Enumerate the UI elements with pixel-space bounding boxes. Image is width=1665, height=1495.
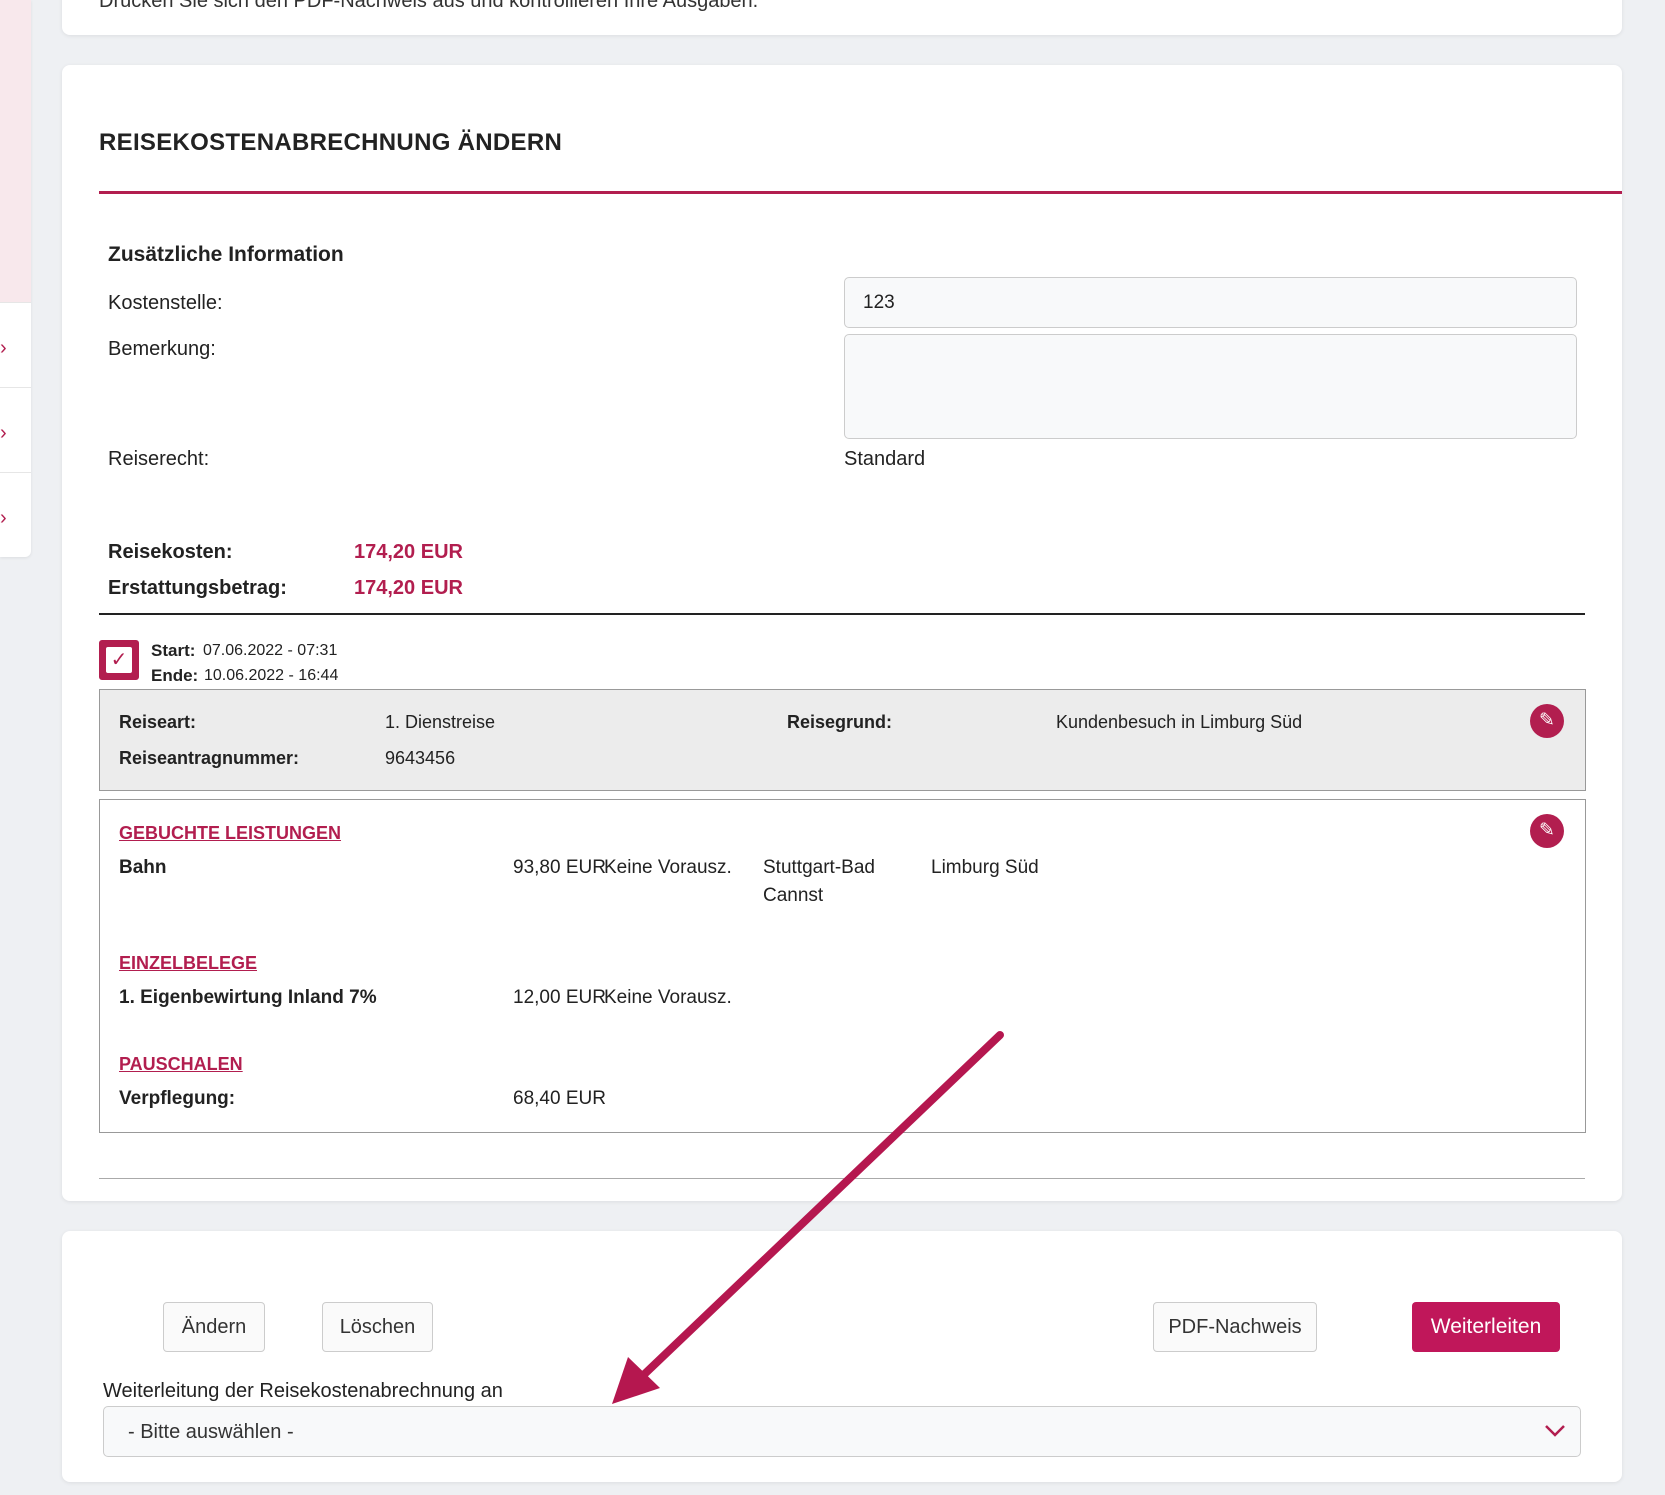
bottom-divider — [99, 1178, 1585, 1179]
reiseart-label: Reiseart: — [119, 712, 197, 732]
bahn-from-line-2: Cannst — [763, 885, 824, 906]
sidebar: › › › — [0, 0, 31, 557]
sidebar-item-3[interactable]: › — [0, 472, 31, 557]
trip-checkbox[interactable]: ✓ — [99, 640, 139, 680]
erstattung-label: Erstattungsbetrag: — [108, 577, 287, 599]
pauschalen-heading[interactable]: PAUSCHALEN — [119, 1054, 243, 1075]
chevron-right-icon: › — [0, 337, 7, 359]
sidebar-item-2[interactable]: › — [0, 387, 31, 472]
sidebar-item-1[interactable]: › — [0, 302, 31, 387]
einzelbelege-heading[interactable]: EINZELBELEGE — [119, 953, 257, 974]
verpflegung-label: Verpflegung: — [119, 1088, 236, 1109]
bahn-to: Limburg Süd — [931, 857, 1039, 878]
reiseart-value: 1. Dienstreise — [385, 712, 496, 732]
reisegrund-label: Reisegrund: — [787, 712, 893, 732]
loeschen-button[interactable]: Löschen — [322, 1302, 433, 1352]
forward-select[interactable]: - Bitte auswählen - — [103, 1406, 1581, 1457]
end-label: Ende: — [151, 666, 199, 685]
chevron-down-icon — [1542, 1417, 1568, 1448]
beleg-amount: 12,00 EUR — [513, 987, 606, 1008]
beleg-label: 1. Eigenbewirtung Inland 7% — [119, 987, 377, 1008]
end-value: 10.06.2022 - 16:44 — [204, 667, 339, 684]
bahn-from-line-1: Stuttgart-Bad — [763, 857, 875, 878]
reisekosten-value: 174,20 EUR — [354, 541, 463, 563]
pdf-nachweis-button[interactable]: PDF-Nachweis — [1153, 1302, 1317, 1352]
start-label: Start: — [151, 641, 196, 660]
erstattung-value: 174,20 EUR — [354, 577, 463, 599]
checkbox-checked-icon: ✓ — [106, 647, 132, 673]
trip-details-box: GEBUCHTE LEISTUNGEN Bahn 93,80 EUR Keine… — [99, 799, 1586, 1133]
weiterleiten-button[interactable]: Weiterleiten — [1412, 1302, 1560, 1352]
start-value: 07.06.2022 - 07:31 — [203, 642, 338, 659]
reisekosten-label: Reisekosten: — [108, 541, 233, 563]
sidebar-active-area — [0, 0, 31, 302]
page-title: REISEKOSTENABRECHNUNG ÄNDERN — [99, 129, 563, 156]
title-divider — [99, 191, 1622, 194]
summary-divider — [99, 613, 1585, 615]
kostenstelle-label: Kostenstelle: — [108, 292, 223, 314]
edit-icon[interactable]: ✎ — [1530, 704, 1564, 738]
gebuchte-leistungen-heading[interactable]: GEBUCHTE LEISTUNGEN — [119, 823, 341, 844]
hint-card: Drucken Sie sich den PDF-Nachweis aus un… — [62, 0, 1622, 35]
beleg-vorausz: Keine Vorausz. — [604, 987, 732, 1008]
verpflegung-amount: 68,40 EUR — [513, 1088, 606, 1109]
aendern-button[interactable]: Ändern — [163, 1302, 265, 1352]
forward-select-value: - Bitte auswählen - — [128, 1421, 294, 1443]
bahn-label: Bahn — [119, 857, 167, 878]
main-card: REISEKOSTENABRECHNUNG ÄNDERN Zusätzliche… — [62, 65, 1622, 1201]
hint-text: Drucken Sie sich den PDF-Nachweis aus un… — [99, 0, 759, 12]
bemerkung-textarea[interactable] — [844, 334, 1577, 439]
bahn-amount: 93,80 EUR — [513, 857, 606, 878]
kostenstelle-input[interactable] — [844, 277, 1577, 328]
chevron-right-icon: › — [0, 507, 7, 529]
action-card: Ändern Löschen PDF-Nachweis Weiterleiten… — [62, 1231, 1622, 1482]
reiserecht-label: Reiserecht: — [108, 448, 210, 470]
reisegrund-value: Kundenbesuch in Limburg Süd — [1056, 712, 1303, 732]
antragnummer-label: Reiseantragnummer: — [119, 748, 300, 768]
bahn-vorausz: Keine Vorausz. — [604, 857, 732, 878]
info-heading: Zusätzliche Information — [108, 243, 344, 266]
antragnummer-value: 9643456 — [385, 748, 456, 768]
reiserecht-value: Standard — [844, 448, 926, 470]
edit-icon[interactable]: ✎ — [1530, 814, 1564, 848]
trip-summary-box: Reiseart: 1. Dienstreise Reisegrund: Kun… — [99, 689, 1586, 791]
bemerkung-label: Bemerkung: — [108, 338, 216, 360]
chevron-right-icon: › — [0, 422, 7, 444]
forward-label: Weiterleitung der Reisekostenabrechnung … — [103, 1380, 503, 1402]
